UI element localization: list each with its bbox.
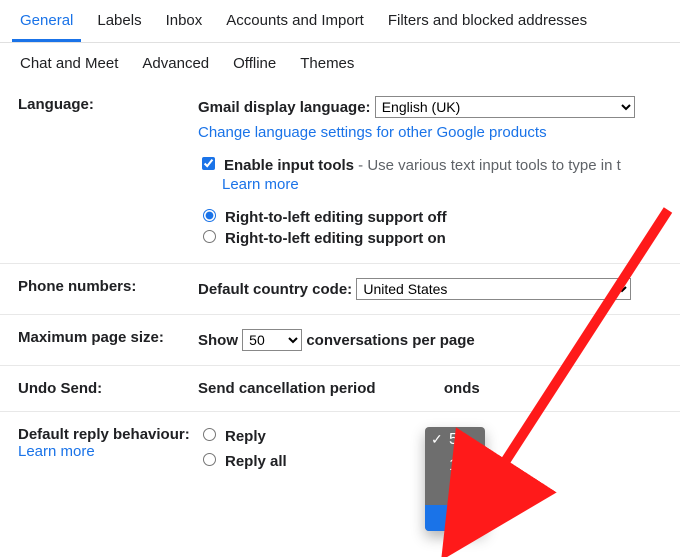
settings-body: Language: Gmail display language: Englis… (0, 82, 680, 498)
reply-all-option-label: Reply all (225, 451, 287, 472)
reply-label: Default reply behaviour: (18, 426, 198, 443)
undo-send-suffix: onds (444, 380, 480, 397)
rtl-off-row: Right-to-left editing support off (198, 207, 662, 228)
reply-all-radio[interactable] (203, 453, 216, 466)
language-label: Language: (18, 96, 198, 249)
phone-label: Phone numbers: (18, 278, 198, 300)
settings-tabs-row1: General Labels Inbox Accounts and Import… (0, 0, 680, 43)
rtl-off-label: Right-to-left editing support off (225, 207, 447, 228)
row-phone-numbers: Phone numbers: Default country code: Uni… (0, 263, 680, 314)
rtl-on-radio[interactable] (203, 230, 216, 243)
country-code-select[interactable]: United States (356, 278, 631, 300)
tab-filters-blocked[interactable]: Filters and blocked addresses (380, 0, 595, 42)
enable-input-tools-row: Enable input tools - Use various text in… (198, 155, 662, 176)
undo-send-dropdown-popup[interactable]: 5 10 20 30 (425, 427, 485, 531)
tab-chat-meet[interactable]: Chat and Meet (12, 43, 126, 82)
page-size-select[interactable]: 50 (242, 329, 302, 351)
undo-send-prefix: Send cancellation period (198, 380, 376, 397)
change-language-link[interactable]: Change language settings for other Googl… (198, 124, 547, 141)
input-tools-learn-more-link[interactable]: Learn more (222, 176, 299, 193)
settings-tabs-row2: Chat and Meet Advanced Offline Themes (0, 43, 680, 82)
tab-accounts-import[interactable]: Accounts and Import (218, 0, 372, 42)
rtl-on-label: Right-to-left editing support on (225, 228, 446, 249)
row-undo-send: Undo Send: Send cancellation period onds (0, 365, 680, 411)
tab-advanced[interactable]: Advanced (134, 43, 217, 82)
enable-input-tools-checkbox[interactable] (202, 157, 215, 170)
page-size-label: Maximum page size: (18, 329, 198, 351)
reply-option-label: Reply (225, 426, 266, 447)
tab-offline[interactable]: Offline (225, 43, 284, 82)
undo-send-option-20[interactable]: 20 (425, 479, 485, 505)
display-language-label: Gmail display language: (198, 99, 371, 116)
reply-radio[interactable] (203, 428, 216, 441)
display-language-select[interactable]: English (UK) (375, 96, 635, 118)
enable-input-tools-label: Enable input tools (224, 157, 354, 174)
page-size-prefix: Show (198, 332, 238, 349)
tab-labels[interactable]: Labels (89, 0, 149, 42)
tab-general[interactable]: General (12, 0, 81, 42)
page-size-suffix: conversations per page (306, 332, 474, 349)
reply-learn-more-link[interactable]: Learn more (18, 443, 95, 460)
row-max-page-size: Maximum page size: Show 50 conversations… (0, 314, 680, 365)
enable-input-tools-desc: - Use various text input tools to type i… (354, 157, 621, 174)
tab-inbox[interactable]: Inbox (158, 0, 211, 42)
undo-send-option-5[interactable]: 5 (425, 427, 485, 453)
undo-send-option-10[interactable]: 10 (425, 453, 485, 479)
tab-themes[interactable]: Themes (292, 43, 362, 82)
row-default-reply: Default reply behaviour: Learn more Repl… (0, 411, 680, 486)
rtl-off-radio[interactable] (203, 209, 216, 222)
undo-send-option-30[interactable]: 30 (425, 505, 485, 531)
country-code-label: Default country code: (198, 281, 352, 298)
row-language: Language: Gmail display language: Englis… (0, 82, 680, 263)
undo-send-label: Undo Send: (18, 380, 198, 397)
rtl-on-row: Right-to-left editing support on (198, 228, 662, 249)
